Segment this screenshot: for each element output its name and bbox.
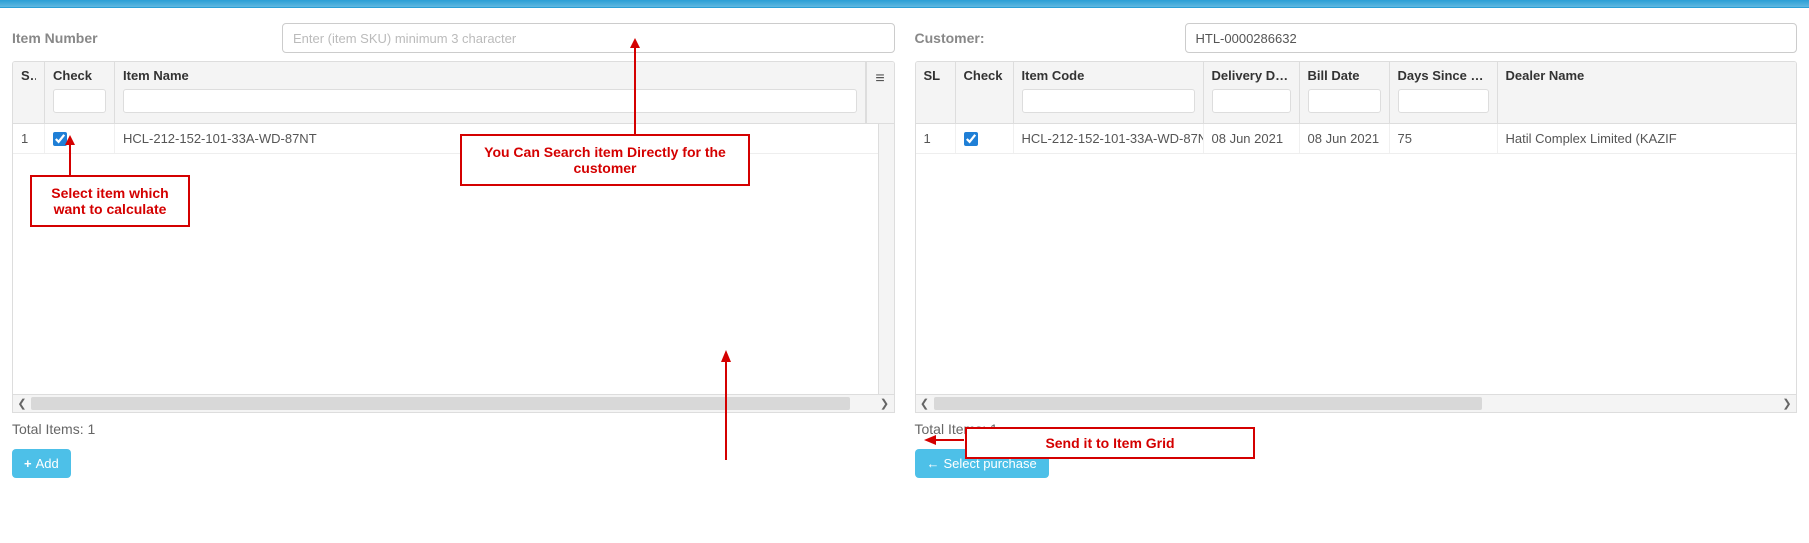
left-header-row: Item Number [12, 23, 895, 53]
col-label: Dealer Name [1506, 68, 1789, 83]
right-horizontal-scrollbar[interactable]: ❮ ❯ [916, 394, 1797, 412]
right-grid: SL Check Item Code Delivery Date Bill Da… [915, 61, 1798, 413]
right-header-row: Customer: [915, 23, 1798, 53]
top-accent-bar [0, 0, 1809, 8]
col-label: Days Since Pur... [1398, 68, 1489, 83]
arrow-send-grid [716, 350, 966, 460]
right-grid-body: 1 HCL-212-152-101-33A-WD-87NT 08 Jun 202… [916, 124, 1797, 394]
col-header-dealer-name[interactable]: Dealer Name [1498, 62, 1797, 123]
callout-select-item: Select item which want to calculate [30, 175, 190, 227]
cell-days-since: 75 [1390, 124, 1498, 153]
callout-search-direct: You Can Search item Directly for the cus… [460, 134, 750, 186]
col-header-check[interactable]: Check [956, 62, 1014, 123]
col-header-check[interactable]: Check [45, 62, 115, 123]
filter-check-input[interactable] [53, 89, 106, 113]
table-row[interactable]: 1 HCL-212-152-101-33A-WD-87NT [13, 124, 894, 154]
arrow-search-direct [625, 38, 645, 134]
cell-check[interactable] [956, 124, 1014, 153]
col-label: Item Code [1022, 68, 1195, 83]
cell-sl: 1 [916, 124, 956, 153]
right-panel: Customer: SL Check Item Code Delivery Da… [915, 23, 1798, 478]
cell-dealer-name: Hatil Complex Limited (KAZIF [1498, 124, 1797, 153]
left-grid-header: SL Check Item Name ≡ [13, 62, 894, 124]
item-sku-search-input[interactable] [282, 23, 895, 53]
cell-check[interactable] [45, 124, 115, 153]
callout-send-grid: Send it to Item Grid [965, 427, 1255, 459]
col-header-sl[interactable]: SL [13, 62, 45, 123]
filter-item-code-input[interactable] [1022, 89, 1195, 113]
table-row[interactable]: 1 HCL-212-152-101-33A-WD-87NT 08 Jun 202… [916, 124, 1797, 154]
col-label: Delivery Date [1212, 68, 1291, 83]
col-label: Check [53, 68, 106, 83]
item-number-label: Item Number [12, 30, 272, 46]
col-header-days-since[interactable]: Days Since Pur... [1390, 62, 1498, 123]
filter-bill-input[interactable] [1308, 89, 1381, 113]
customer-input[interactable] [1185, 23, 1798, 53]
cell-item-code: HCL-212-152-101-33A-WD-87NT [1014, 124, 1204, 153]
scroll-track[interactable] [934, 395, 1779, 412]
col-header-bill-date[interactable]: Bill Date [1300, 62, 1390, 123]
col-header-delivery-date[interactable]: Delivery Date [1204, 62, 1300, 123]
col-label: Item Name [123, 68, 857, 83]
row-checkbox[interactable] [964, 132, 978, 146]
filter-delivery-input[interactable] [1212, 89, 1291, 113]
plus-icon: + [24, 456, 32, 471]
scroll-left-arrow-icon[interactable]: ❮ [13, 397, 31, 410]
arrow-select-item [60, 135, 80, 175]
col-label: SL [924, 68, 947, 83]
grid-menu-button[interactable]: ≡ [866, 62, 894, 123]
cell-bill-date: 08 Jun 2021 [1300, 124, 1390, 153]
col-label: Bill Date [1308, 68, 1381, 83]
hamburger-icon: ≡ [875, 70, 884, 88]
add-button-label: Add [36, 456, 59, 471]
cell-sl: 1 [13, 124, 45, 153]
col-header-item-name[interactable]: Item Name [115, 62, 866, 123]
add-button[interactable]: + Add [12, 449, 71, 478]
scroll-right-arrow-icon[interactable]: ❯ [1778, 397, 1796, 410]
customer-label: Customer: [915, 30, 1175, 46]
right-grid-header: SL Check Item Code Delivery Date Bill Da… [916, 62, 1797, 124]
col-header-item-code[interactable]: Item Code [1014, 62, 1204, 123]
filter-item-name-input[interactable] [123, 89, 857, 113]
col-label: SL [21, 68, 36, 83]
cell-delivery-date: 08 Jun 2021 [1204, 124, 1300, 153]
filter-days-input[interactable] [1398, 89, 1489, 113]
col-header-sl[interactable]: SL [916, 62, 956, 123]
scroll-thumb[interactable] [934, 397, 1483, 410]
col-label: Check [964, 68, 1005, 83]
